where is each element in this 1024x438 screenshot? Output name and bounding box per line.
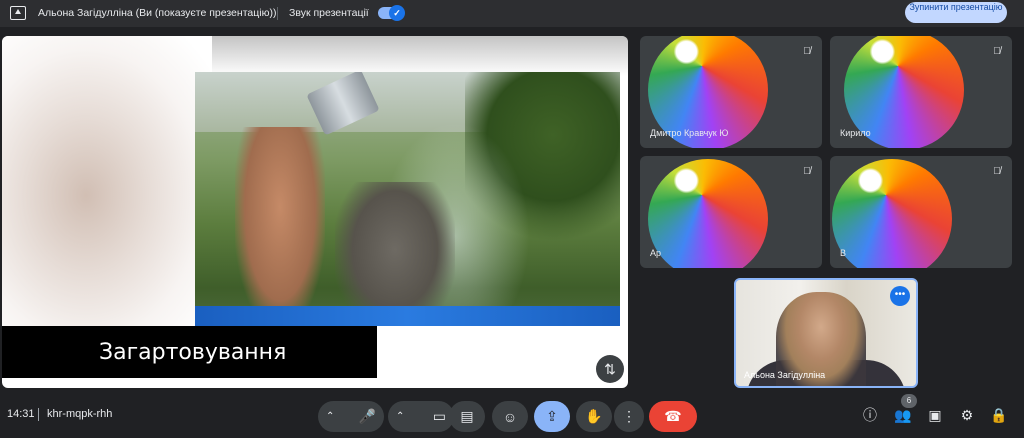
camera-control[interactable]: ⌃ ▭ [388,401,454,432]
meeting-time: 14:31 [7,408,35,420]
participant-tile[interactable]: 🎙̸ Ар [640,156,822,268]
mic-off-icon: 🎙̸ [993,166,1001,177]
chevron-up-icon[interactable]: ⌃ [396,411,404,422]
reactions-button[interactable]: ☺ [492,401,528,432]
mic-off-icon: 🎙̸ [803,46,811,57]
swap-arrows-icon: ⇅ [604,360,616,377]
camera-icon[interactable]: ▭ [433,408,446,425]
mic-control[interactable]: ⌃ 🎤 [318,401,384,432]
call-controls-bar: 14:31 khr-mqpk-rhh ⌃ 🎤 ⌃ ▭ ▤ ☺ ⇪ ✋ ⋮ ☎ ⓘ… [0,392,1024,438]
presenter-status-text: Альона Загідулліна (Ви (показуєте презен… [38,7,277,19]
slide-caption: Загартовування [99,339,287,365]
presentation-banner: Альона Загідулліна (Ви (показуєте презен… [0,0,1024,27]
participant-tile[interactable]: 🎙̸ Дмитро Кравчук Ю [640,36,822,148]
presentation-sound-label: Звук презентації [289,7,369,19]
presentation-sound-toggle[interactable]: ✓ [378,5,405,21]
participant-tile[interactable]: 🎙̸ Кирило [830,36,1012,148]
meeting-code: khr-mqpk-rhh [47,408,113,420]
slide-caption-box: Загартовування [2,326,377,378]
more-vert-icon: ⋮ [622,408,636,424]
self-view-tile[interactable]: ••• Альона Загідулліна [734,278,918,388]
mic-icon[interactable]: 🎤 [359,408,376,425]
swap-layout-button[interactable]: ⇅ [596,355,624,383]
slide-background-image [2,36,212,326]
mic-off-icon: 🎙̸ [993,46,1001,57]
presentation-slide: Загартовування ⇅ [2,36,628,388]
chevron-up-icon[interactable]: ⌃ [326,411,334,422]
banner-divider [277,7,278,20]
people-icon[interactable]: 👥 [894,406,912,424]
info-icon[interactable]: ⓘ [861,406,879,424]
more-options-button[interactable]: ••• [890,286,910,306]
captions-button[interactable]: ▤ [449,401,485,432]
more-dots-icon: ••• [894,289,906,300]
activities-icon[interactable]: ⚙ [958,406,976,424]
chat-icon[interactable]: ▣ [926,406,944,424]
participant-name: В [840,248,847,258]
host-controls-icon[interactable]: 🔒 [990,406,1008,424]
hand-icon: ✋ [585,408,603,424]
participant-name: Дмитро Кравчук Ю [650,128,729,138]
beach-ball-avatar [648,159,768,268]
captions-icon: ▤ [460,408,474,424]
leave-call-button[interactable]: ☎ [649,401,697,432]
participant-name: Ар [650,248,662,258]
checkmark-icon: ✓ [389,5,405,21]
emoji-icon: ☺ [502,408,518,425]
hang-up-icon: ☎ [664,408,682,424]
slide-photo [195,72,620,326]
self-name: Альона Загідулліна [744,370,826,380]
present-icon: ⇪ [546,408,558,424]
participant-tile[interactable]: 🎙̸ В [830,156,1012,268]
mic-off-icon: 🎙̸ [803,166,811,177]
participant-name: Кирило [840,128,871,138]
beach-ball-avatar [832,159,952,268]
present-screen-icon [10,6,26,20]
slide-background-shade [212,36,628,76]
meeting-info-divider [38,408,39,421]
stop-presenting-button[interactable]: Зупинити презентацію [905,2,1007,23]
raise-hand-button[interactable]: ✋ [576,401,612,432]
present-now-button[interactable]: ⇪ [534,401,570,432]
more-options-button[interactable]: ⋮ [614,401,644,432]
